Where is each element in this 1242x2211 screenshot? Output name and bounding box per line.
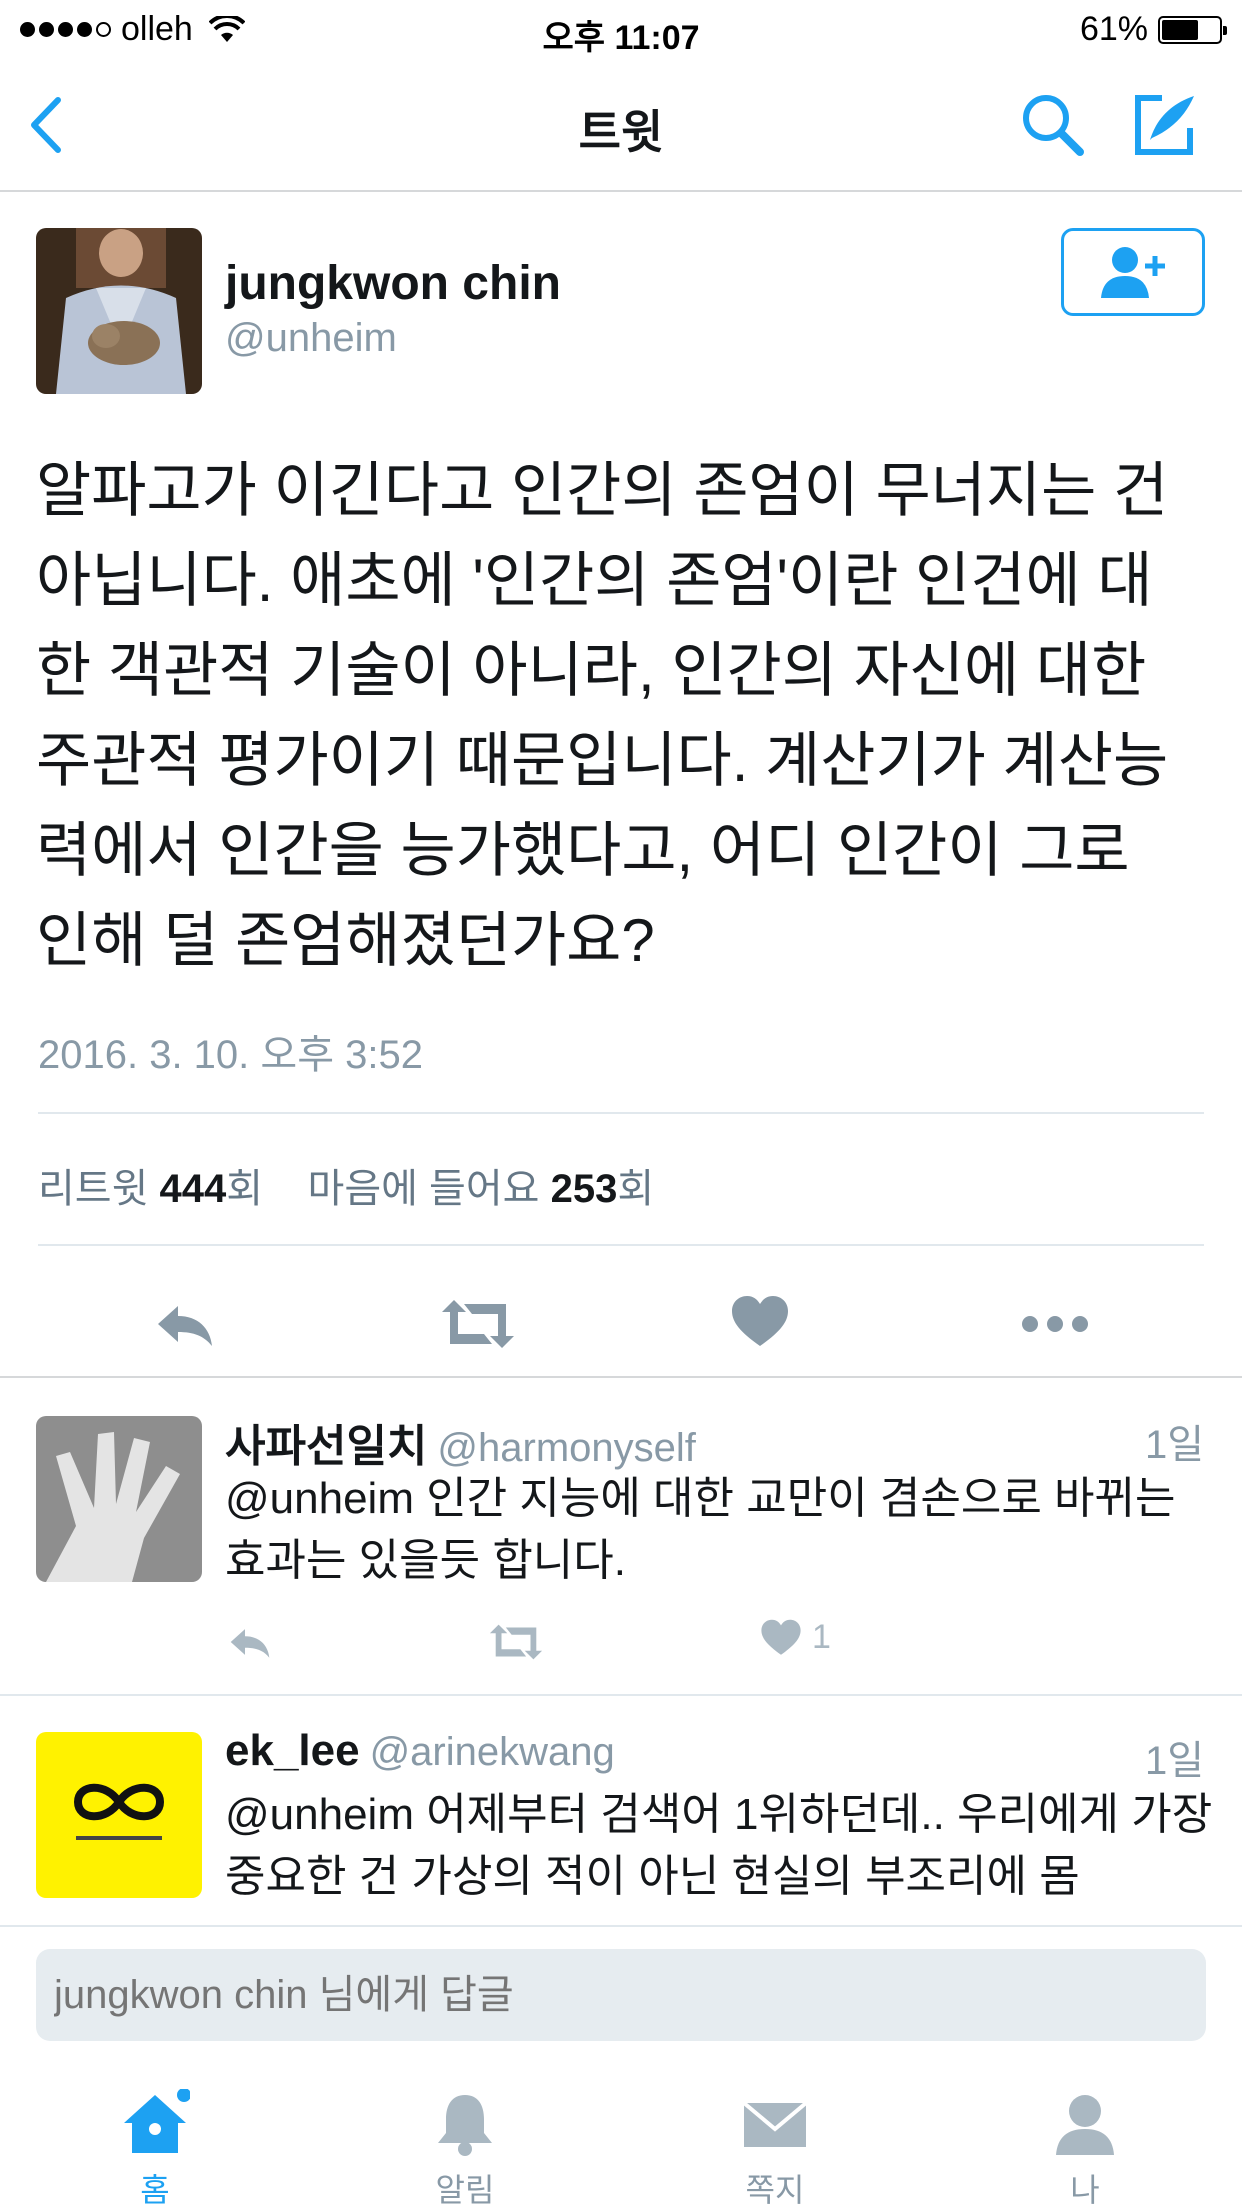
tweet-stats: 리트윗 444회 마음에 들어요 253회 (38, 1156, 654, 1214)
reply-author[interactable]: ek_lee @arinekwang (225, 1726, 615, 1776)
reply-text: @unheim 인간 지능에 대한 교만이 겸손으로 바뀌는 효과는 있을듯 합… (225, 1474, 1176, 1585)
envelope-icon (742, 2101, 808, 2147)
heart-icon[interactable] (760, 1618, 802, 1658)
reply-input[interactable] (36, 1949, 1206, 2041)
retweet-button[interactable] (438, 1294, 514, 1354)
add-user-icon (1101, 247, 1165, 298)
tab-profile[interactable]: 나 (930, 2065, 1240, 2208)
compose-icon (1135, 95, 1194, 155)
navigation-bar: 트윗 (0, 62, 1242, 192)
tab-label: 나 (1070, 2172, 1100, 2208)
author-avatar[interactable] (36, 228, 202, 394)
reply-button[interactable] (150, 1294, 220, 1354)
tab-label: 쪽지 (745, 2172, 805, 2208)
tweet-text: 알파고가 이긴다고 인간의 존엄이 무너지는 건 아닙니다. 애초에 '인간의 … (36, 457, 1169, 974)
author-name[interactable]: jungkwon chin (225, 256, 561, 311)
more-icon (1022, 1316, 1088, 1332)
reply-avatar[interactable] (36, 1416, 202, 1582)
reply-icon[interactable] (225, 1620, 275, 1664)
tweet-timestamp: 2016. 3. 10. 오후 3:52 (38, 1033, 423, 1077)
reply-handle[interactable]: @harmonyself (437, 1426, 695, 1470)
reply-actions: 1 (225, 1616, 925, 1676)
reply-like-count: 1 (812, 1618, 831, 1656)
search-button[interactable] (1018, 90, 1088, 160)
retweet-icon[interactable] (487, 1620, 545, 1664)
tab-notifications[interactable]: 알림 (310, 2065, 620, 2208)
battery: 61% (1079, 10, 1227, 49)
compose-tweet-button[interactable] (1130, 90, 1200, 160)
reply-text: @unheim 어제부터 검색어 1위하던데.. 우리에게 가장 중요한 건 가… (225, 1790, 1213, 1901)
home-icon (124, 2089, 190, 2153)
reply-composer (0, 1925, 1242, 2067)
more-button[interactable] (1020, 1294, 1090, 1354)
status-time: 오후 11:07 (542, 19, 700, 57)
retweet-stat[interactable]: 리트윗 444회 (38, 1167, 263, 1211)
divider (38, 1244, 1204, 1246)
reply-tweet[interactable]: ek_lee @arinekwang 1일 @unheim 어제부터 검색어 1위… (0, 1694, 1242, 1925)
tab-label: 알림 (435, 2172, 495, 2208)
tab-bar: 홈 알림 쪽지 나 (0, 2065, 1242, 2208)
status-bar: olleh 오후 11:07 61% (0, 0, 1242, 62)
reply-age: 1일 (1144, 1423, 1204, 1467)
tweet-actions (0, 1270, 1242, 1380)
reply-age: 1일 (1144, 1739, 1204, 1783)
reply-icon (158, 1306, 212, 1346)
like-button[interactable] (730, 1294, 800, 1354)
search-icon (1023, 95, 1084, 156)
battery-percent: 61% (1079, 10, 1148, 48)
retweet-icon (442, 1300, 514, 1348)
reply-tweet[interactable]: 사파선일치 @harmonyself 1일 @unheim 인간 지능에 대한 교… (0, 1376, 1242, 1694)
heart-icon (732, 1296, 788, 1346)
like-stat[interactable]: 마음에 들어요 253회 (308, 1167, 655, 1211)
person-icon (1056, 2095, 1114, 2155)
battery-icon (1158, 15, 1227, 44)
reply-avatar[interactable] (36, 1732, 202, 1898)
reply-author[interactable]: 사파선일치 @harmonyself (225, 1410, 696, 1474)
author-handle[interactable]: @unheim (225, 316, 397, 361)
follow-button[interactable] (1061, 228, 1205, 316)
tab-home[interactable]: 홈 (0, 2065, 310, 2208)
divider (38, 1112, 1204, 1114)
tab-label: 홈 (140, 2172, 170, 2208)
bell-icon (438, 2095, 492, 2156)
tab-messages[interactable]: 쪽지 (620, 2065, 930, 2208)
reply-handle[interactable]: @arinekwang (370, 1730, 615, 1774)
